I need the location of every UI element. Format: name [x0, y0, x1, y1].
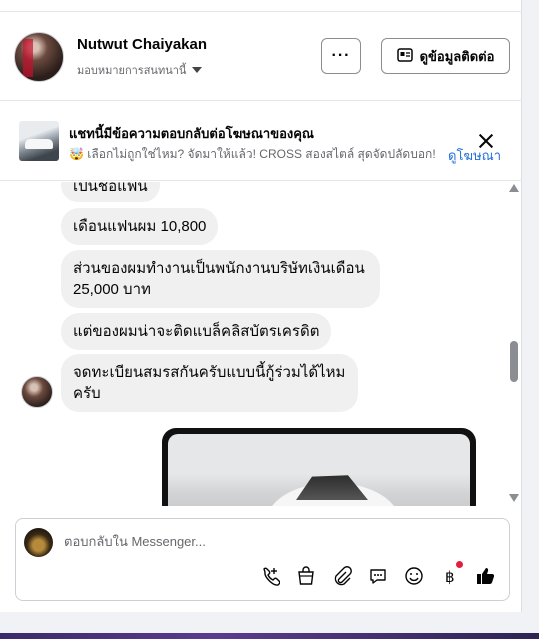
scroll-down-arrow-icon[interactable] [509, 494, 519, 502]
assign-label: มอบหมายการสนทนานี้ [77, 65, 187, 77]
messenger-panel: Nutwut Chaiyakan มอบหมายการสนทนานี้ ··· … [0, 0, 522, 612]
ad-banner-title: แชทนี้มีข้อความตอบกลับต่อโฆษณาของคุณ [69, 126, 314, 141]
assign-conversation-dropdown[interactable]: มอบหมายการสนทนานี้ [77, 61, 203, 79]
scrollbar-thumb[interactable] [510, 341, 518, 382]
paperclip-icon[interactable] [331, 565, 353, 587]
message-bubble[interactable]: ส่วนของผมทำงานเป็นพนักงานบริษัทเงินเดือน… [61, 250, 380, 308]
message-composer: ฿ [15, 518, 510, 601]
smiley-icon[interactable] [403, 565, 425, 587]
notification-dot [456, 561, 463, 568]
scroll-up-arrow-icon[interactable] [509, 184, 519, 192]
contact-avatar[interactable] [14, 32, 64, 82]
reply-input[interactable] [64, 534, 484, 549]
svg-text:฿: ฿ [445, 568, 455, 586]
thumbs-up-icon[interactable] [475, 565, 497, 587]
taskbar-edge [0, 633, 539, 639]
caret-down-icon [192, 67, 203, 73]
window-gutter [522, 0, 539, 639]
message-bubble[interactable]: เดือนแฟนผม 10,800 [61, 208, 219, 245]
phone-add-icon[interactable] [259, 565, 281, 587]
ad-reply-banner: แชทนี้มีข้อความตอบกลับต่อโฆษณาของคุณ 🤯 เ… [0, 101, 522, 181]
message-thread[interactable]: เป็นชื่อแฟน เดือนแฟนผม 10,800 ส่วนของผมท… [0, 182, 508, 506]
message-bubble[interactable]: เป็นชื่อแฟน [61, 182, 160, 202]
ad-banner-subtitle: 🤯 เลือกไม่ถูกใช่ไหม? จัดมาให้แล้ว! CROSS… [69, 147, 439, 161]
ad-thumbnail[interactable] [19, 121, 59, 161]
message-bubble[interactable]: จดทะเบียนสมรสกันครับแบบนี้กู้ร่วมได้ไหมค… [61, 354, 358, 412]
view-contact-label: ดูข้อมูลติดต่อ [419, 48, 495, 64]
contact-name[interactable]: Nutwut Chaiyakan [77, 36, 207, 53]
composer-toolbar: ฿ [259, 561, 497, 587]
chat-bubble-icon[interactable] [367, 565, 389, 587]
image-message[interactable] [162, 428, 476, 506]
view-contact-button[interactable]: ดูข้อมูลติดต่อ [381, 38, 510, 74]
conversation-header: Nutwut Chaiyakan มอบหมายการสนทนานี้ ··· … [0, 12, 522, 101]
more-options-button[interactable]: ··· [321, 38, 361, 74]
sender-avatar [21, 376, 53, 408]
baht-icon[interactable]: ฿ [439, 561, 463, 587]
contact-card-icon [396, 47, 413, 65]
shopping-bag-icon[interactable] [295, 565, 317, 587]
view-ad-link[interactable]: ดูโฆษณา [448, 145, 501, 166]
car-photo [168, 434, 470, 506]
page-avatar [24, 528, 53, 557]
message-bubble[interactable]: แต่ของผมน่าจะติดแบล็คลิสบัตรเครดิต [61, 313, 332, 350]
